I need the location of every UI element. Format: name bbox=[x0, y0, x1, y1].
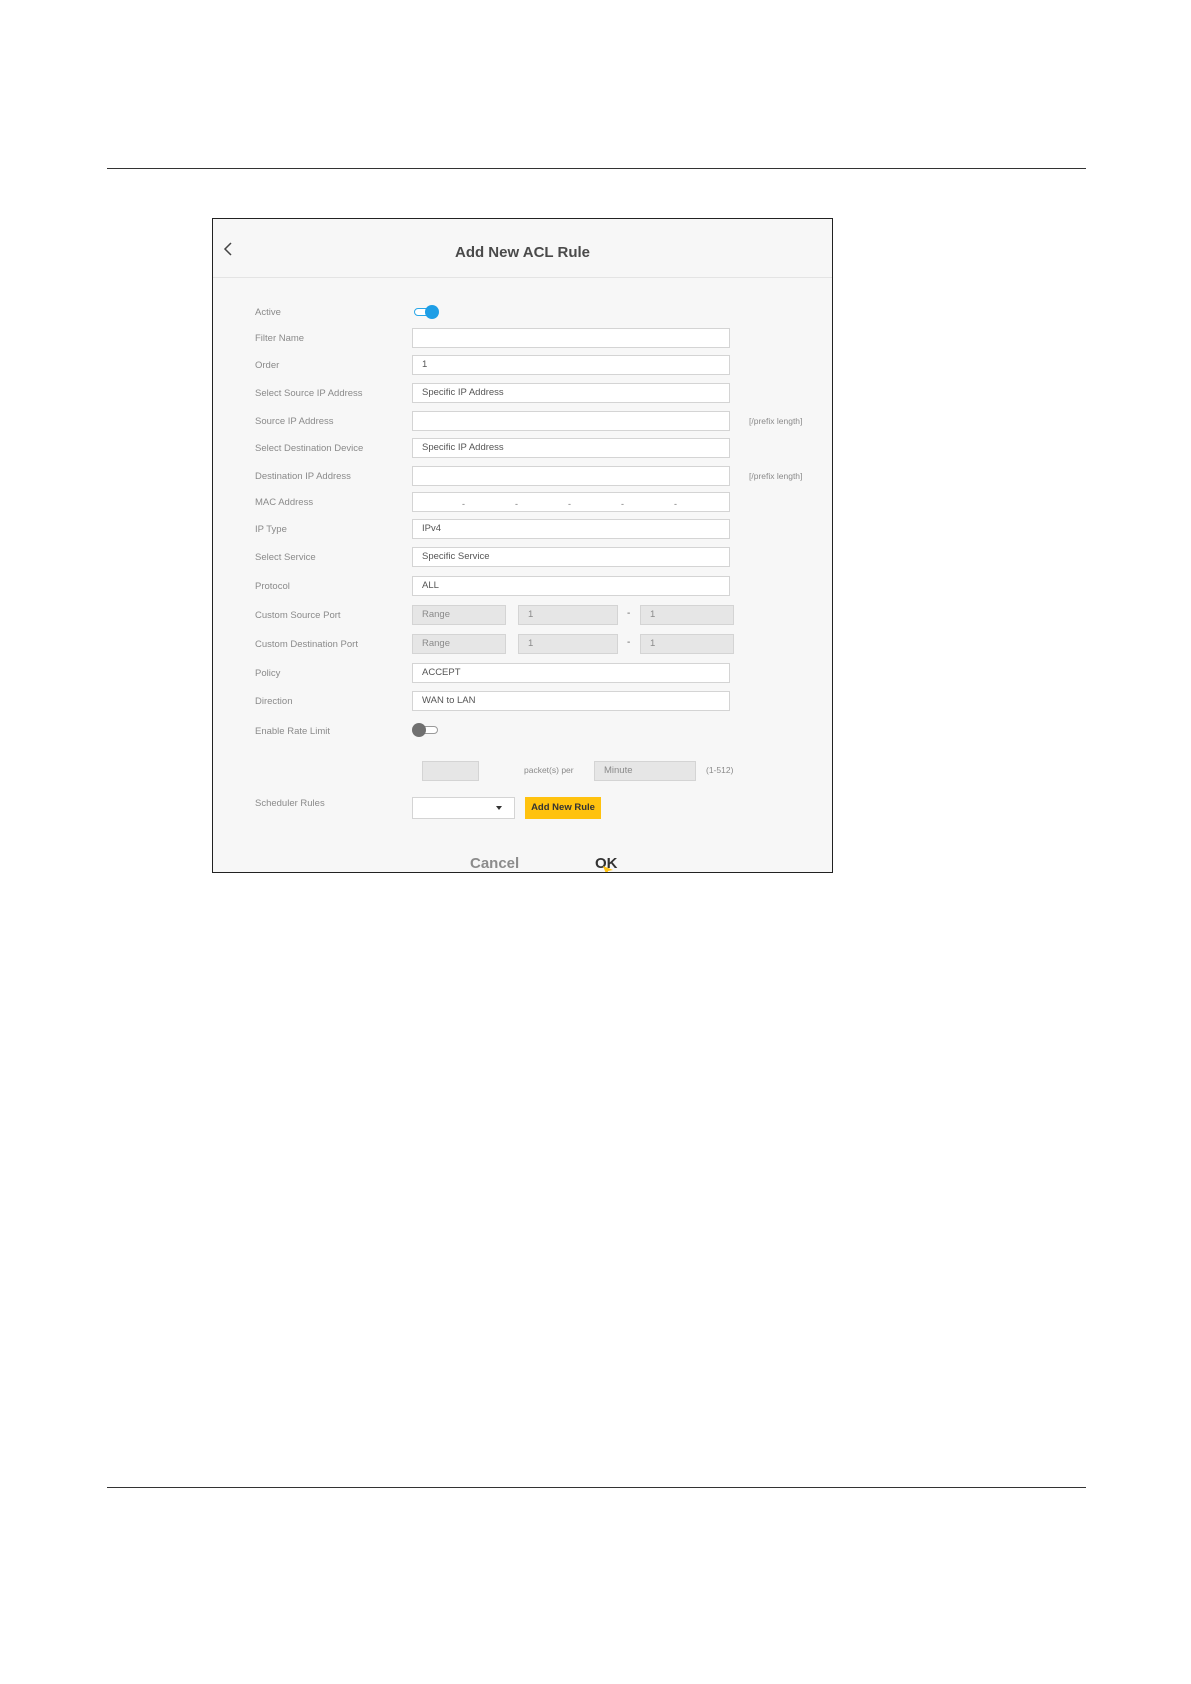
source-ip-input[interactable] bbox=[412, 411, 730, 431]
select-source-ip-label: Select Source IP Address bbox=[255, 388, 363, 399]
destination-ip-label: Destination IP Address bbox=[255, 471, 351, 482]
policy-label: Policy bbox=[255, 668, 281, 679]
select-destination-device-label: Select Destination Device bbox=[255, 443, 364, 454]
destination-ip-input[interactable] bbox=[412, 466, 730, 486]
scheduler-rules-dropdown[interactable] bbox=[412, 797, 515, 819]
filter-name-input[interactable] bbox=[412, 328, 730, 348]
cancel-button[interactable]: Cancel bbox=[470, 855, 519, 872]
select-service-dropdown[interactable]: Specific Service bbox=[412, 547, 730, 567]
policy-dropdown[interactable]: ACCEPT bbox=[412, 663, 730, 683]
direction-dropdown[interactable]: WAN to LAN bbox=[412, 691, 730, 711]
add-new-rule-button[interactable]: Add New Rule bbox=[525, 797, 601, 819]
mac-separator: - bbox=[515, 499, 518, 509]
order-label: Order bbox=[255, 360, 280, 371]
mac-address-label: MAC Address bbox=[255, 497, 314, 508]
mac-separator: - bbox=[462, 499, 465, 509]
scheduler-rules-label: Scheduler Rules bbox=[255, 798, 325, 809]
toggle-knob bbox=[425, 305, 439, 319]
packets-per-label: packet(s) per bbox=[524, 765, 574, 775]
port-range-dash: - bbox=[627, 637, 631, 648]
protocol-dropdown[interactable]: ALL bbox=[412, 576, 730, 596]
rate-packets-input[interactable] bbox=[422, 761, 479, 781]
mac-address-input[interactable]: - - - - - bbox=[412, 492, 730, 512]
add-acl-rule-dialog: Add New ACL Rule Active Filter Name Orde… bbox=[212, 218, 833, 873]
protocol-label: Protocol bbox=[255, 581, 290, 592]
source-port-mode-dropdown[interactable]: Range bbox=[412, 605, 506, 625]
ip-type-dropdown[interactable]: IPv4 bbox=[412, 519, 730, 539]
mac-separator: - bbox=[621, 499, 624, 509]
source-port-start-input[interactable]: 1 bbox=[518, 605, 618, 625]
direction-label: Direction bbox=[255, 696, 293, 707]
destination-port-mode-dropdown[interactable]: Range bbox=[412, 634, 506, 654]
select-source-ip-dropdown[interactable]: Specific IP Address bbox=[412, 383, 730, 403]
dialog-header: Add New ACL Rule bbox=[213, 219, 832, 278]
mac-separator: - bbox=[674, 499, 677, 509]
active-toggle[interactable] bbox=[412, 305, 440, 319]
dialog-title: Add New ACL Rule bbox=[454, 244, 590, 261]
caret-down-icon bbox=[496, 806, 502, 810]
source-ip-label: Source IP Address bbox=[255, 416, 334, 427]
destination-port-start-input[interactable]: 1 bbox=[518, 634, 618, 654]
bottom-divider bbox=[107, 1487, 1086, 1488]
rate-limit-toggle[interactable] bbox=[412, 723, 440, 737]
hand-cursor-icon bbox=[603, 866, 613, 872]
destination-port-end-input[interactable]: 1 bbox=[640, 634, 734, 654]
rate-unit-dropdown[interactable]: Minute bbox=[594, 761, 696, 781]
custom-source-port-label: Custom Source Port bbox=[255, 610, 341, 621]
rate-range-hint: (1-512) bbox=[706, 765, 734, 775]
order-input[interactable]: 1 bbox=[412, 355, 730, 375]
filter-name-label: Filter Name bbox=[255, 333, 305, 344]
source-prefix-hint: [/prefix length] bbox=[749, 416, 803, 426]
toggle-knob bbox=[412, 723, 426, 737]
top-divider bbox=[107, 168, 1086, 169]
destination-prefix-hint: [/prefix length] bbox=[749, 471, 803, 481]
enable-rate-limit-label: Enable Rate Limit bbox=[255, 726, 330, 737]
active-label: Active bbox=[255, 307, 281, 318]
port-range-dash: - bbox=[627, 608, 631, 619]
source-port-end-input[interactable]: 1 bbox=[640, 605, 734, 625]
ip-type-label: IP Type bbox=[255, 524, 287, 535]
custom-destination-port-label: Custom Destination Port bbox=[255, 639, 358, 650]
select-destination-device-dropdown[interactable]: Specific IP Address bbox=[412, 438, 730, 458]
select-service-label: Select Service bbox=[255, 552, 316, 563]
mac-separator: - bbox=[568, 499, 571, 509]
